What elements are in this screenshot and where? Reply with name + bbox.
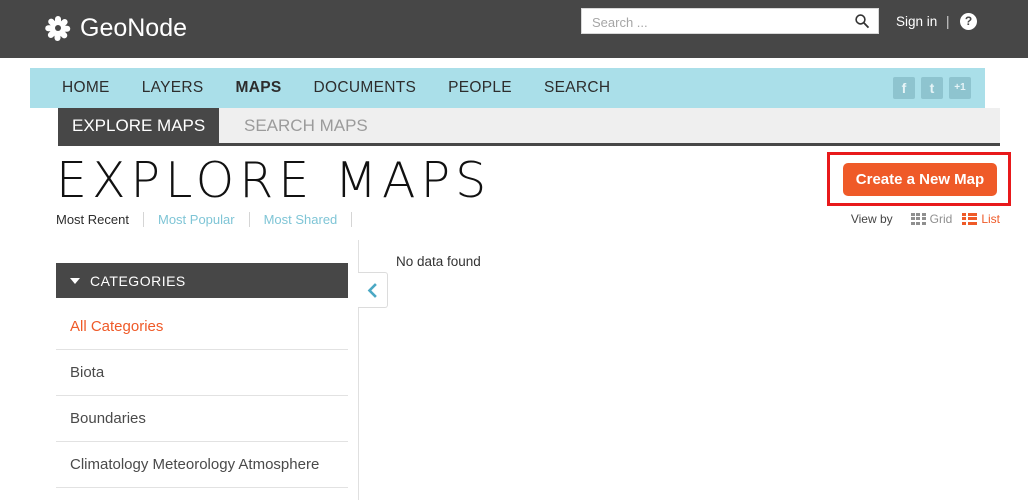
nav-links: HOME LAYERS MAPS DOCUMENTS PEOPLE SEARCH bbox=[62, 68, 642, 108]
categories-list: All Categories Biota Boundaries Climatol… bbox=[56, 298, 348, 488]
view-list-label: List bbox=[981, 212, 1000, 226]
sort-most-recent[interactable]: Most Recent bbox=[56, 212, 143, 227]
grid-icon bbox=[910, 212, 926, 226]
main-nav-bar: HOME LAYERS MAPS DOCUMENTS PEOPLE SEARCH… bbox=[30, 68, 985, 108]
twitter-icon[interactable]: t bbox=[921, 77, 943, 99]
geonode-flower-icon bbox=[44, 14, 72, 42]
sidebar-item-boundaries[interactable]: Boundaries bbox=[56, 396, 348, 442]
sort-most-shared[interactable]: Most Shared bbox=[250, 212, 352, 227]
sort-bar: Most Recent Most Popular Most Shared bbox=[56, 212, 353, 227]
view-list-option[interactable]: List bbox=[962, 212, 1000, 226]
google-plus-icon[interactable]: +1 bbox=[949, 77, 971, 99]
tab-strip: EXPLORE MAPS SEARCH MAPS bbox=[58, 108, 1000, 146]
brand-name: GeoNode bbox=[80, 14, 188, 42]
view-by-controls: View by Grid List bbox=[851, 212, 1000, 226]
sort-separator bbox=[351, 212, 353, 227]
sidebar-item-all-categories[interactable]: All Categories bbox=[56, 298, 348, 350]
categories-sidebar: CATEGORIES All Categories Biota Boundari… bbox=[56, 263, 348, 488]
chevron-left-icon bbox=[367, 282, 377, 298]
sort-most-popular[interactable]: Most Popular bbox=[144, 212, 249, 227]
sidebar-item-climatology[interactable]: Climatology Meteorology Atmosphere bbox=[56, 442, 348, 488]
nav-item-home[interactable]: HOME bbox=[62, 79, 110, 97]
tab-search-maps[interactable]: SEARCH MAPS bbox=[230, 108, 382, 143]
nav-item-documents[interactable]: DOCUMENTS bbox=[314, 79, 417, 97]
categories-header-label: CATEGORIES bbox=[90, 272, 186, 289]
no-data-message: No data found bbox=[396, 254, 481, 269]
chevron-down-icon bbox=[70, 277, 80, 284]
global-search-box[interactable] bbox=[581, 8, 879, 35]
nav-item-search[interactable]: SEARCH bbox=[544, 79, 610, 97]
search-input[interactable] bbox=[590, 9, 844, 35]
sidebar-item-biota[interactable]: Biota bbox=[56, 350, 348, 396]
create-new-map-button[interactable]: Create a New Map bbox=[843, 163, 997, 196]
social-links: f t +1 bbox=[893, 77, 971, 99]
view-by-label: View by bbox=[850, 212, 893, 226]
nav-item-layers[interactable]: LAYERS bbox=[142, 79, 204, 97]
page-title: EXPLORE MAPS bbox=[56, 152, 492, 209]
top-header-bar: GeoNode Sign in | ? bbox=[0, 0, 1028, 58]
nav-item-people[interactable]: PEOPLE bbox=[448, 79, 512, 97]
brand-home-link[interactable]: GeoNode bbox=[44, 8, 187, 48]
categories-header[interactable]: CATEGORIES bbox=[56, 263, 348, 298]
help-icon[interactable]: ? bbox=[960, 13, 977, 30]
nav-item-maps[interactable]: MAPS bbox=[236, 79, 282, 97]
tab-explore-maps[interactable]: EXPLORE MAPS bbox=[58, 108, 220, 143]
list-icon bbox=[962, 212, 977, 226]
facebook-icon[interactable]: f bbox=[893, 77, 915, 99]
header-divider: | bbox=[946, 14, 950, 29]
sign-in-link[interactable]: Sign in bbox=[896, 14, 937, 29]
sidebar-collapse-button[interactable] bbox=[358, 272, 388, 308]
search-icon[interactable] bbox=[854, 13, 870, 29]
view-grid-option[interactable]: Grid bbox=[910, 212, 953, 226]
view-grid-label: Grid bbox=[929, 212, 953, 226]
